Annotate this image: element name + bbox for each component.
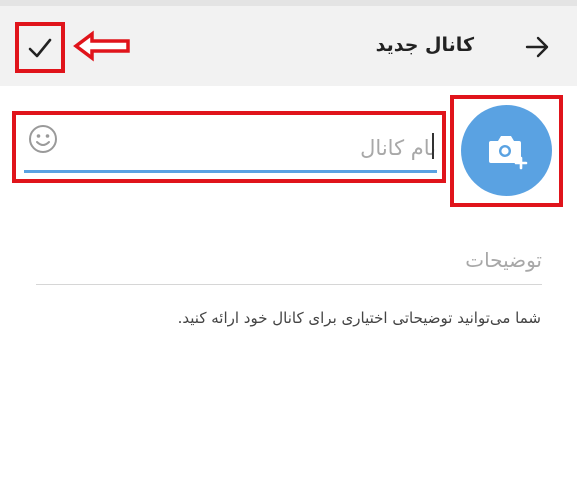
description-hint: شما می‌توانید توضیحاتی اختیاری برای کانا… xyxy=(177,309,541,327)
description-input[interactable] xyxy=(36,240,542,280)
name-field-highlight-box xyxy=(12,111,446,183)
photo-highlight-box xyxy=(450,95,563,207)
back-button[interactable] xyxy=(520,29,556,65)
page-title: کانال جدید xyxy=(375,34,474,56)
confirm-highlight-box xyxy=(15,22,65,73)
description-underline xyxy=(36,284,542,285)
pointer-arrow-icon xyxy=(73,30,130,62)
arrow-right-icon xyxy=(525,36,549,58)
new-channel-screen: کانال جدید شما می‌توانید توضیحاتی xyxy=(0,0,577,482)
